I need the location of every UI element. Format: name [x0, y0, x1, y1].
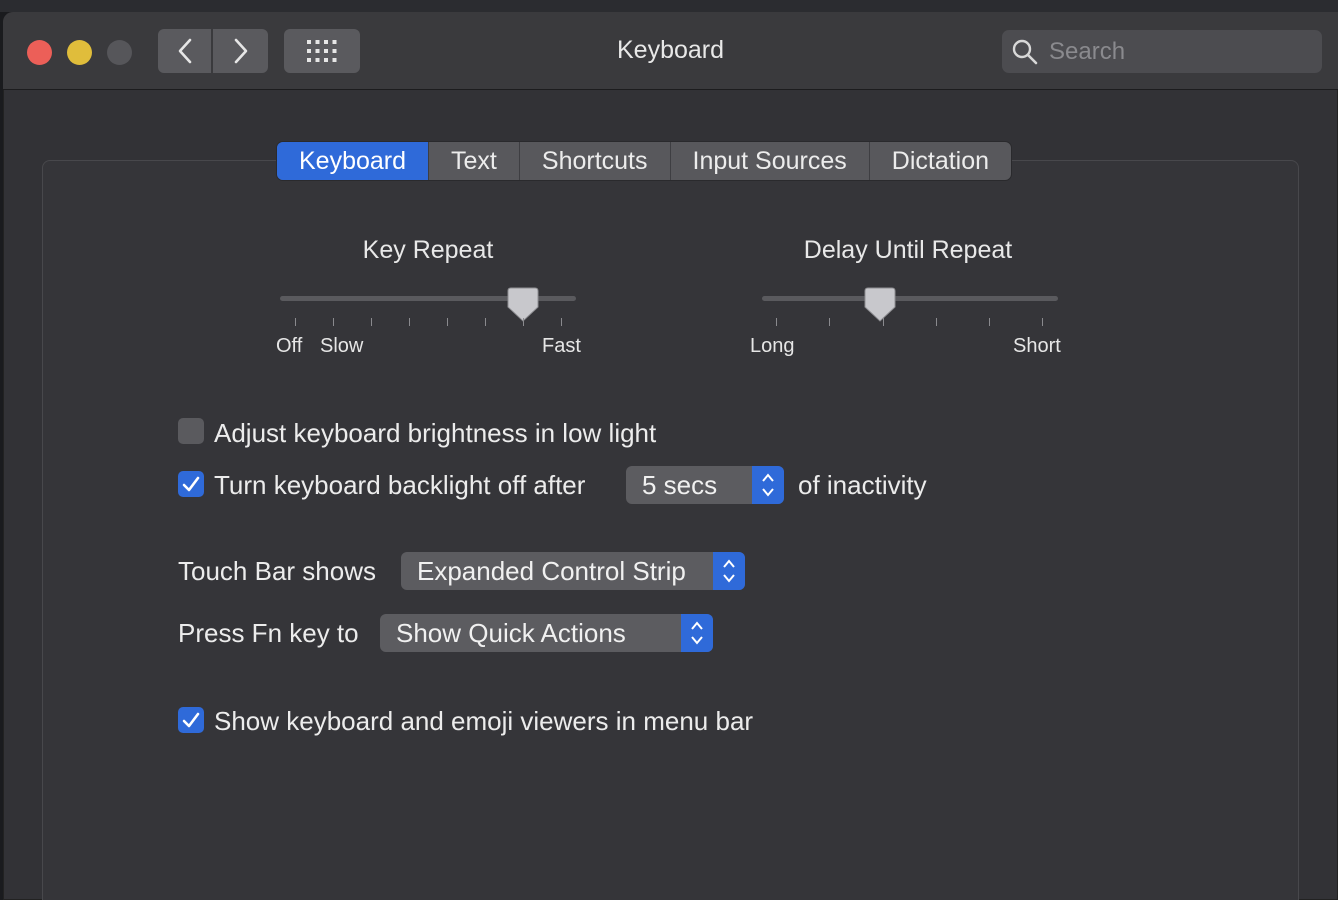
fn-key-popup[interactable]: Show Quick Actions [380, 614, 713, 652]
checkmark-icon [182, 476, 200, 492]
backlight-duration-value: 5 secs [642, 469, 718, 500]
tick-mark [333, 318, 334, 326]
tab-keyboard[interactable]: Keyboard [277, 142, 429, 180]
tab-content-panel [42, 160, 1299, 900]
backlight-duration-popup[interactable]: 5 secs [626, 466, 784, 504]
updown-arrows-icon [752, 466, 784, 504]
tick-mark [1042, 318, 1043, 326]
backlight-label: Turn keyboard backlight off after [214, 470, 586, 500]
touchbar-popup[interactable]: Expanded Control Strip [401, 552, 745, 590]
tick-mark [989, 318, 990, 326]
touchbar-value: Expanded Control Strip [417, 555, 686, 586]
tab-shortcuts[interactable]: Shortcuts [518, 142, 670, 180]
search-icon [1012, 39, 1038, 64]
tab-input-sources[interactable]: Input Sources [669, 142, 869, 180]
fn-key-label: Press Fn key to [178, 618, 359, 648]
key-repeat-title: Key Repeat [362, 236, 494, 264]
tick-mark [447, 318, 448, 326]
tab-dictation[interactable]: Dictation [868, 142, 1011, 180]
fn-key-value: Show Quick Actions [396, 617, 626, 648]
search-input[interactable] [1047, 36, 1311, 67]
touchbar-label: Touch Bar shows [178, 556, 376, 586]
backlight-suffix-label: of inactivity [798, 470, 927, 500]
backlight-checkbox[interactable] [178, 471, 204, 497]
tick-mark [371, 318, 372, 326]
title-bar: Keyboard [3, 12, 1338, 90]
tick-mark [295, 318, 296, 326]
tick-mark [883, 318, 884, 326]
menu-bar [0, 0, 1338, 12]
key-repeat-fast-label: Fast [542, 335, 581, 357]
tick-mark [561, 318, 562, 326]
search-field[interactable] [1002, 30, 1322, 73]
brightness-checkbox[interactable] [178, 418, 204, 444]
tick-mark [409, 318, 410, 326]
updown-arrows-icon [681, 614, 713, 652]
delay-short-label: Short [1013, 335, 1061, 357]
checkmark-icon [182, 712, 200, 728]
preferences-window: Keyboard Keyboard Text Shortcuts Input S… [3, 12, 1338, 900]
delay-until-repeat-slider-thumb[interactable] [864, 287, 896, 323]
delay-until-repeat-slider[interactable] [762, 296, 1058, 301]
tick-mark [485, 318, 486, 326]
tick-mark [776, 318, 777, 326]
viewers-checkbox[interactable] [178, 707, 204, 733]
brightness-label: Adjust keyboard brightness in low light [214, 418, 657, 448]
tick-mark [829, 318, 830, 326]
updown-arrows-icon [713, 552, 745, 590]
tab-bar: Keyboard Text Shortcuts Input Sources Di… [276, 141, 1013, 181]
viewers-label: Show keyboard and emoji viewers in menu … [214, 706, 754, 736]
tab-text[interactable]: Text [428, 142, 519, 180]
key-repeat-slow-label: Slow [320, 335, 364, 357]
delay-long-label: Long [750, 335, 795, 357]
delay-until-repeat-title: Delay Until Repeat [803, 236, 1013, 264]
key-repeat-off-label: Off [276, 335, 303, 357]
tick-mark [936, 318, 937, 326]
tick-mark [523, 318, 524, 326]
